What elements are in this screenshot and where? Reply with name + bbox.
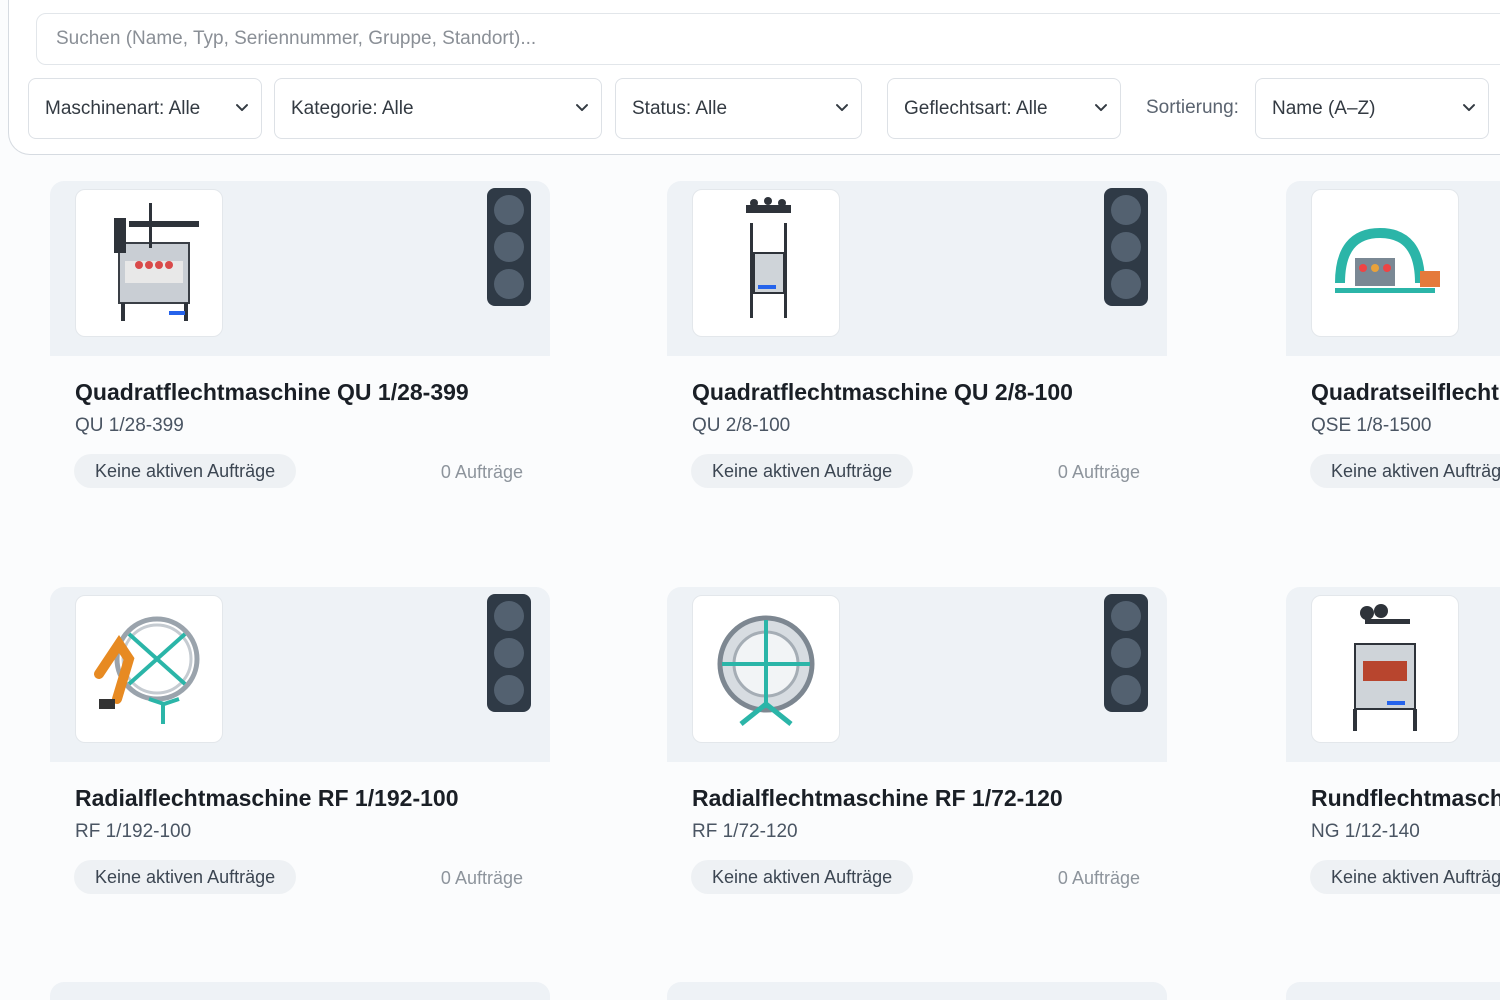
status-select[interactable]: Status: Alle <box>615 78 862 139</box>
card-title: Quadratflechtmaschine QU 1/28-399 <box>75 379 469 405</box>
sort-select[interactable]: Name (A–Z) <box>1255 78 1489 139</box>
machine-photo <box>1311 189 1459 337</box>
status-badge: Keine aktiven Aufträge <box>74 860 297 894</box>
order-count: 0 Aufträge <box>440 868 523 888</box>
card-header <box>50 587 550 762</box>
card-code: NG 1/12-140 <box>1311 821 1420 842</box>
braid-type-select[interactable]: Geflechtsart: Alle <box>887 78 1121 139</box>
machine-card[interactable]: Quadratflechtmaschine QU 1/28-399 QU 1/2… <box>50 181 550 541</box>
chevron-down-icon <box>836 103 848 111</box>
chevron-down-icon <box>236 103 248 111</box>
card-code: RF 1/72-120 <box>692 821 798 842</box>
card-header <box>50 181 550 356</box>
status-badge: Keine aktiven Aufträge <box>691 454 914 488</box>
machine-photo <box>692 595 840 743</box>
machine-card[interactable] <box>1286 982 1500 1000</box>
status-badge: Keine aktiven Aufträg <box>1310 860 1500 894</box>
status-badge: Keine aktiven Aufträge <box>74 454 297 488</box>
braid-type-select-label: Geflechtsart: Alle <box>904 97 1048 119</box>
card-header <box>667 587 1167 762</box>
machine-card[interactable]: Quadratflechtmaschine QU 2/8-100 QU 2/8-… <box>667 181 1167 541</box>
sort-label: Sortierung: <box>1146 97 1239 118</box>
traffic-light-icon <box>1104 188 1148 306</box>
card-title: Radialflechtmaschine RF 1/72-120 <box>692 785 1063 811</box>
card-code: QU 2/8-100 <box>692 415 791 436</box>
machine-type-select[interactable]: Maschinenart: Alle <box>28 78 262 139</box>
machine-type-select-label: Maschinenart: Alle <box>45 97 201 119</box>
order-count: 0 Aufträge <box>440 462 523 482</box>
order-count: 0 Aufträge <box>1057 462 1140 482</box>
traffic-light-icon <box>487 188 531 306</box>
traffic-light-icon <box>487 594 531 712</box>
chevron-down-icon <box>1463 103 1475 111</box>
traffic-light-icon <box>1104 594 1148 712</box>
machine-card[interactable]: Quadratseilflecht QSE 1/8-1500 Keine akt… <box>1286 181 1500 541</box>
card-code: RF 1/192-100 <box>75 821 192 842</box>
card-header <box>1286 181 1500 356</box>
card-code: QU 1/28-399 <box>75 415 184 436</box>
chevron-down-icon <box>1095 103 1107 111</box>
card-title: Radialflechtmaschine RF 1/192-100 <box>75 785 459 811</box>
machine-photo <box>75 595 223 743</box>
card-title: Quadratseilflecht <box>1311 379 1499 405</box>
machine-card[interactable]: Radialflechtmaschine RF 1/192-100 RF 1/1… <box>50 587 550 947</box>
machine-card[interactable]: Rundflechtmasch NG 1/12-140 Keine aktive… <box>1286 587 1500 947</box>
category-select[interactable]: Kategorie: Alle <box>274 78 602 139</box>
order-count: 0 Aufträge <box>1057 868 1140 888</box>
filter-panel: Maschinenart: Alle Kategorie: Alle Statu… <box>8 0 1500 155</box>
machine-card[interactable]: Radialflechtmaschine RF 1/72-120 RF 1/72… <box>667 587 1167 947</box>
category-select-label: Kategorie: Alle <box>291 97 414 119</box>
card-header <box>667 181 1167 356</box>
status-badge: Keine aktiven Aufträge <box>691 860 914 894</box>
machine-photo <box>692 189 840 337</box>
sort-select-label: Name (A–Z) <box>1272 97 1376 119</box>
machine-photo <box>75 189 223 337</box>
search-input[interactable] <box>36 13 1500 65</box>
card-title: Rundflechtmasch <box>1311 785 1500 811</box>
chevron-down-icon <box>576 103 588 111</box>
card-code: QSE 1/8-1500 <box>1311 415 1432 436</box>
machine-card[interactable] <box>50 982 550 1000</box>
card-header <box>1286 587 1500 762</box>
status-badge: Keine aktiven Aufträg <box>1310 454 1500 488</box>
status-select-label: Status: Alle <box>632 97 728 119</box>
machine-photo <box>1311 595 1459 743</box>
machine-card[interactable] <box>667 982 1167 1000</box>
card-title: Quadratflechtmaschine QU 2/8-100 <box>692 379 1073 405</box>
